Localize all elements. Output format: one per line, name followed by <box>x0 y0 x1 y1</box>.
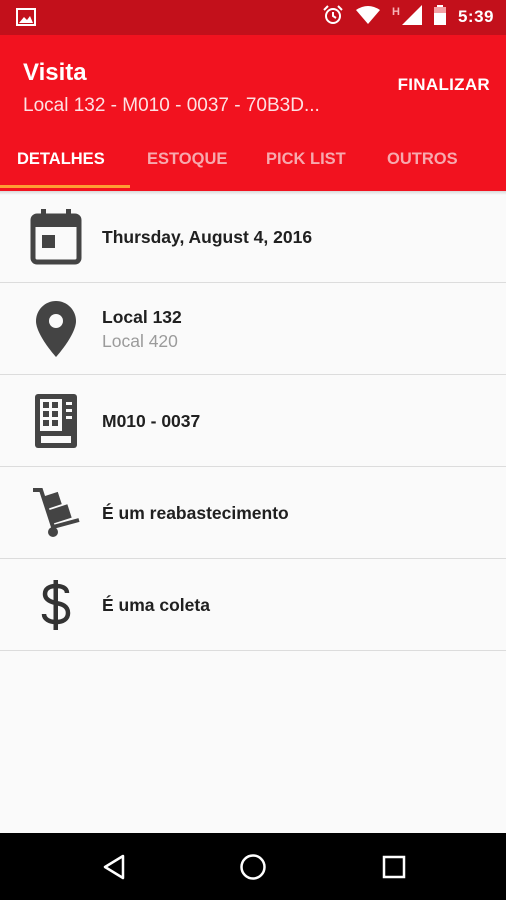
tab-estoque[interactable]: ESTOQUE <box>147 138 227 191</box>
tab-bar: DETALHES ESTOQUE PICK LIST OUTROS <box>0 138 506 191</box>
signal-icon <box>401 4 422 30</box>
status-bar: H 5:39 <box>0 0 506 35</box>
back-icon[interactable] <box>94 847 134 887</box>
page-subtitle: Local 132 - M010 - 0037 - 70B3D... <box>23 95 320 116</box>
battery-icon <box>433 4 446 30</box>
clock: 5:39 <box>457 7 494 26</box>
machine-code: M010 - 0037 <box>102 410 201 431</box>
list-item-date[interactable]: Thursday, August 4, 2016 <box>0 191 506 283</box>
finalize-button[interactable]: FINALIZAR <box>398 75 490 95</box>
app-bar: Visita Local 132 - M010 - 0037 - 70B3D..… <box>0 35 506 191</box>
vending-machine-icon <box>28 389 84 453</box>
list-item-machine[interactable]: M010 - 0037 <box>0 375 506 467</box>
tab-indicator <box>0 185 130 188</box>
restock-flag: É um reabastecimento <box>102 502 289 523</box>
tab-detalhes[interactable]: DETALHES <box>17 138 105 191</box>
location-primary: Local 132 <box>102 306 182 327</box>
list-item-collection[interactable]: É uma coleta <box>0 559 506 651</box>
location-secondary: Local 420 <box>102 330 178 351</box>
hand-truck-icon <box>28 481 84 545</box>
calendar-icon <box>28 205 84 269</box>
tab-outros[interactable]: OUTROS <box>387 138 458 191</box>
list-item-location[interactable]: Local 132 Local 420 <box>0 283 506 375</box>
tab-pick-list[interactable]: PICK LIST <box>266 138 346 191</box>
home-icon[interactable] <box>233 847 273 887</box>
collection-flag: É uma coleta <box>102 594 210 615</box>
details-list: Thursday, August 4, 2016 Local 132 Local… <box>0 191 506 651</box>
wifi-icon <box>356 5 381 30</box>
location-pin-icon <box>28 297 84 361</box>
recents-icon[interactable] <box>374 847 414 887</box>
app-bar-shadow <box>0 191 506 195</box>
network-type-label: H <box>392 6 400 18</box>
system-nav-bar <box>0 833 506 900</box>
dollar-icon <box>28 573 84 637</box>
image-icon <box>16 8 36 31</box>
list-item-restock[interactable]: É um reabastecimento <box>0 467 506 559</box>
visit-date: Thursday, August 4, 2016 <box>102 226 313 247</box>
alarm-icon <box>322 4 344 31</box>
page-title: Visita <box>23 59 87 86</box>
